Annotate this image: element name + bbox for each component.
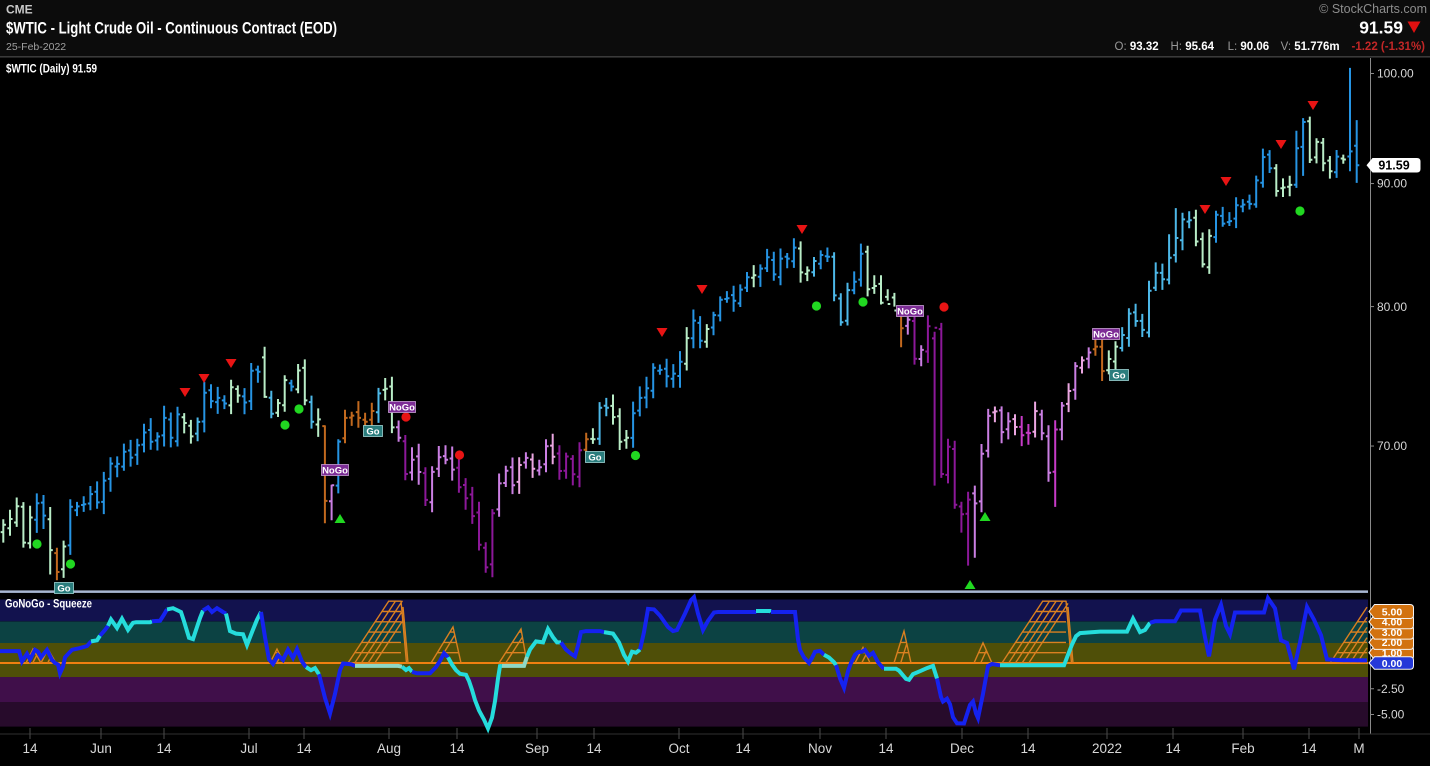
- svg-text:GoNoGo - Squeeze: GoNoGo - Squeeze: [5, 597, 92, 611]
- svg-text:100.00: 100.00: [1377, 67, 1414, 81]
- svg-text:NoGo: NoGo: [1093, 330, 1119, 341]
- svg-text:H: 95.64: H: 95.64: [1171, 41, 1215, 53]
- svg-text:91.59: 91.59: [1378, 159, 1409, 173]
- svg-text:Nov: Nov: [808, 741, 832, 756]
- svg-text:Go: Go: [1112, 371, 1125, 382]
- svg-text:14: 14: [449, 741, 465, 756]
- svg-text:Go: Go: [588, 453, 601, 464]
- svg-text:5.00: 5.00: [1382, 606, 1403, 618]
- svg-text:0.00: 0.00: [1382, 658, 1403, 670]
- svg-text:-5.00: -5.00: [1377, 708, 1405, 722]
- svg-text:O: 93.32: O: 93.32: [1115, 41, 1159, 53]
- svg-text:Sep: Sep: [525, 741, 549, 756]
- svg-text:V: 51.776m: V: 51.776m: [1281, 41, 1340, 53]
- svg-text:NoGo: NoGo: [897, 307, 923, 318]
- svg-text:14: 14: [156, 741, 172, 756]
- svg-text:14: 14: [296, 741, 312, 756]
- svg-text:14: 14: [22, 741, 38, 756]
- svg-text:-2.50: -2.50: [1377, 682, 1405, 696]
- svg-text:Oct: Oct: [668, 741, 689, 756]
- svg-text:Jun: Jun: [90, 741, 112, 756]
- svg-text:-1.22 (-1.31%): -1.22 (-1.31%): [1352, 41, 1426, 53]
- svg-text:© StockCharts.com: © StockCharts.com: [1319, 2, 1427, 16]
- svg-text:$WTIC (Daily) 91.59: $WTIC (Daily) 91.59: [6, 62, 97, 76]
- svg-text:Aug: Aug: [377, 741, 401, 756]
- svg-text:Go: Go: [366, 427, 379, 438]
- svg-text:91.59: 91.59: [1359, 18, 1403, 38]
- svg-text:NoGo: NoGo: [389, 403, 415, 414]
- svg-text:14: 14: [1020, 741, 1036, 756]
- svg-text:NoGo: NoGo: [322, 466, 348, 477]
- svg-text:90.00: 90.00: [1377, 177, 1407, 191]
- svg-text:Go: Go: [57, 584, 70, 595]
- svg-text:14: 14: [1301, 741, 1317, 756]
- svg-text:Feb: Feb: [1231, 741, 1254, 756]
- svg-text:L: 90.06: L: 90.06: [1228, 41, 1270, 53]
- svg-text:14: 14: [586, 741, 602, 756]
- svg-text:80.00: 80.00: [1377, 300, 1407, 314]
- svg-text:70.00: 70.00: [1377, 439, 1407, 453]
- svg-text:Dec: Dec: [950, 741, 974, 756]
- svg-text:2022: 2022: [1092, 741, 1122, 756]
- svg-text:Jul: Jul: [240, 741, 257, 756]
- svg-text:CME: CME: [6, 3, 33, 17]
- svg-text:M: M: [1353, 741, 1364, 756]
- svg-text:14: 14: [878, 741, 894, 756]
- svg-text:$WTIC - Light Crude Oil - Cont: $WTIC - Light Crude Oil - Continuous Con…: [6, 19, 337, 38]
- svg-text:25-Feb-2022: 25-Feb-2022: [6, 41, 66, 53]
- svg-text:14: 14: [735, 741, 751, 756]
- svg-text:14: 14: [1165, 741, 1181, 756]
